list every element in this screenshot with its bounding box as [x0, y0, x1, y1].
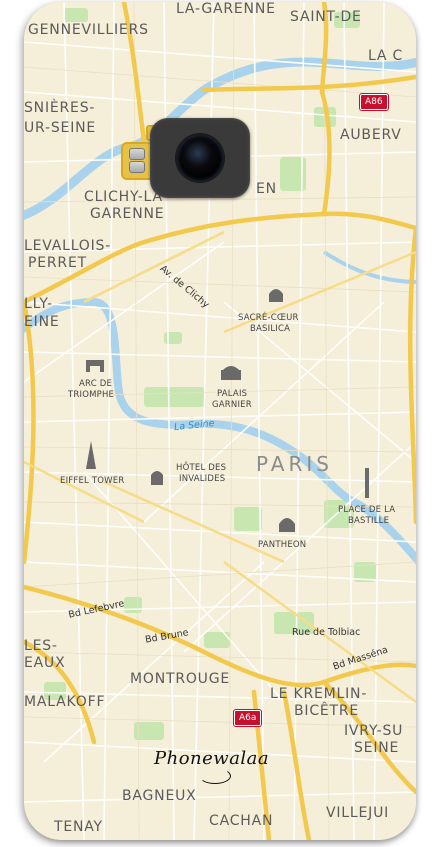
label-paris: PARIS: [256, 452, 333, 476]
label-asnieres-1: SNIÈRES-: [24, 100, 96, 116]
label-ivry-1: IVRY-SU: [344, 723, 404, 739]
brand-ornament: [199, 768, 231, 784]
label-montrouge: MONTROUGE: [130, 671, 231, 687]
label-bastille-2: BASTILLE: [348, 516, 390, 526]
label-cachan: CACHAN: [209, 813, 274, 829]
label-en: EN: [256, 181, 277, 197]
label-rue-tolbiac: Rue de Tolbiac: [292, 627, 361, 638]
label-pantheon: PANTHEON: [258, 540, 307, 550]
label-ivry-2: SEINE: [354, 740, 400, 756]
label-auberv: AUBERV: [340, 127, 402, 143]
label-sacre-2: BASILICA: [250, 324, 291, 334]
camera-lens-icon: [177, 135, 223, 181]
label-asnieres-2: UR-SEINE: [24, 120, 97, 136]
label-kremlin-1: LE KREMLIN-: [270, 686, 368, 702]
label-gennevilliers: GENNEVILLIERS: [28, 22, 149, 38]
sensor-icon: [129, 161, 145, 173]
label-la-garenne: LA-GARENNE: [176, 2, 276, 17]
label-eiffel: EIFFEL TOWER: [60, 476, 125, 486]
label-palais-1: PALAIS: [217, 389, 248, 399]
label-seine-left: EINE: [24, 314, 60, 330]
label-fenay: TENAY: [54, 819, 103, 835]
label-bastille-1: PLACE DE LA: [338, 505, 396, 515]
label-hotel-2: INVALIDES: [179, 474, 226, 484]
label-bagneux: BAGNEUX: [122, 788, 197, 804]
label-hotel-1: HÔTEL DES: [176, 463, 227, 473]
label-villejuif: VILLEJUI: [326, 805, 390, 821]
label-clichy-2: GARENNE: [90, 206, 165, 222]
label-la-c: LA C: [368, 48, 404, 64]
label-lly: LLY-: [24, 296, 53, 312]
label-palais-2: GARNIER: [212, 400, 252, 410]
label-malakoff: MALAKOFF: [24, 694, 106, 710]
a6a-shield: A6a: [234, 710, 262, 726]
label-kremlin-2: BICÊTRE: [294, 703, 360, 719]
brand-logo: Phonewalaa: [154, 748, 270, 769]
label-levallois-1: LEVALLOIS-: [24, 238, 112, 254]
label-les: LES-: [24, 638, 58, 654]
a86-shield: A86: [360, 94, 388, 110]
camera-cutout: [150, 118, 250, 198]
label-levallois-2: PERRET: [28, 255, 87, 271]
label-sacre-1: SACRÉ-CŒUR: [238, 313, 299, 323]
label-eaux: EAUX: [24, 655, 66, 671]
flash-icon: [129, 148, 145, 160]
label-arc-2: TRIOMPHE: [68, 390, 115, 400]
label-arc-1: ARC DE: [79, 379, 113, 389]
label-saint-denis: SAINT-DE: [290, 9, 362, 25]
